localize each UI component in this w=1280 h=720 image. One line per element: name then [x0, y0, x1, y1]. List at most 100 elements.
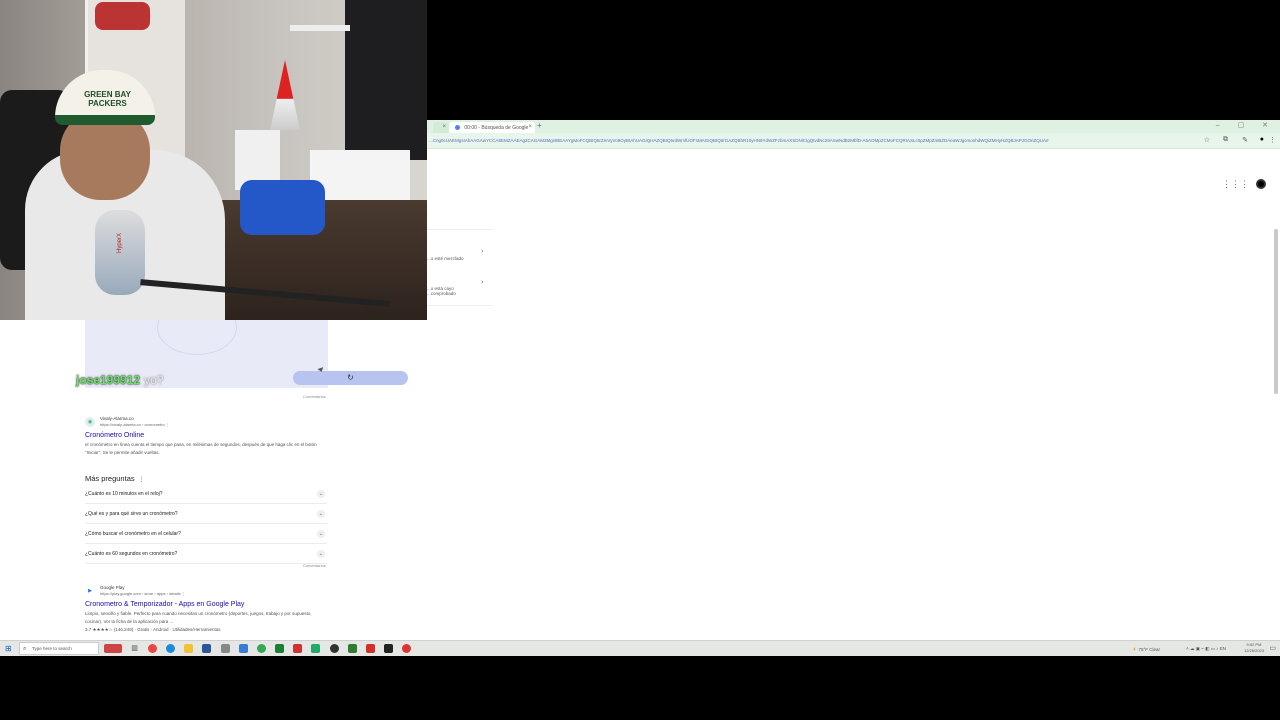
result-title-link[interactable]: Cronometro & Temporizador - Apps en Goog…: [85, 601, 327, 608]
search-result: ▶ Google Play https://play.google.com › …: [85, 585, 327, 634]
result-title-link[interactable]: Cronómetro Online: [85, 432, 327, 439]
terminal-icon[interactable]: [384, 644, 393, 653]
site-favicon-icon: ◉: [85, 417, 95, 427]
tab-active[interactable]: 00:00 - Búsqueda de Google ×: [449, 122, 535, 133]
chevron-down-icon: ⌄: [317, 510, 325, 518]
tab-bar: × 00:00 - Búsqueda de Google × + – ▢ ✕: [427, 120, 1280, 133]
file-explorer-icon[interactable]: [184, 644, 193, 653]
paa-question[interactable]: ¿Cuánto es 60 segundos en cronómetro? ⌄: [85, 544, 327, 564]
reset-button[interactable]: ↻: [293, 371, 408, 385]
paa-question-text: ¿Qué es y para qué sirve un cronómetro?: [85, 511, 178, 517]
close-tab-icon[interactable]: ×: [442, 124, 446, 130]
chrome-icon[interactable]: [402, 644, 411, 653]
taskbar-search-input[interactable]: ⌕ Type here to search: [19, 642, 99, 655]
site-name: Vivaly-Alarma.co: [100, 416, 134, 421]
weather-widget[interactable]: ◐ 75°F Clear: [1133, 646, 1160, 653]
chat-username: jose199912: [76, 373, 141, 387]
search-placeholder: Type here to search: [32, 646, 72, 651]
search-results: ↻ jose199912 yo? Comentarios ◉ Vivaly-Ala…: [0, 300, 427, 640]
edge-icon[interactable]: [166, 644, 175, 653]
app-icon[interactable]: [348, 644, 357, 653]
site-url: https://vivaly-alarma.co › cronometro ⋮: [100, 422, 170, 427]
microphone-label: HyperX: [117, 233, 123, 254]
dark-doorway: [345, 0, 427, 160]
site-url: https://play.google.com › store › apps ›…: [100, 591, 186, 596]
notification-icon[interactable]: ▭: [1269, 644, 1276, 652]
tab-search-icon[interactable]: ⧉: [1223, 136, 1228, 144]
paa-question-text: ¿Cuánto es 10 minutos en el reloj?: [85, 491, 163, 497]
weather-text: 75°F Clear: [1138, 647, 1160, 652]
feedback-link[interactable]: Comentarios: [303, 563, 326, 568]
scrollbar[interactable]: [1274, 229, 1278, 394]
chrome-icon[interactable]: [148, 644, 157, 653]
clock[interactable]: 9:52 PM 12/26/2023: [1244, 642, 1264, 654]
system-tray[interactable]: ˄ ☁ ▣ ⌁ ◧ ▭ ♪ EN: [1186, 646, 1226, 652]
new-tab-button[interactable]: +: [537, 121, 542, 130]
result-snippet: el cronómetro en línea cuenta el tiempo …: [85, 442, 317, 455]
result-source[interactable]: ◉ Vivaly-Alarma.co https://vivaly-alarma…: [85, 416, 327, 430]
start-button[interactable]: ⊞: [5, 644, 12, 653]
window-controls[interactable]: – ▢ ✕: [1216, 121, 1276, 129]
toy-ride-on-car: [240, 180, 325, 235]
screen: × 00:00 - Búsqueda de Google × + – ▢ ✕ .…: [0, 0, 1280, 720]
app-icon[interactable]: [221, 644, 230, 653]
chevron-right-icon[interactable]: ›: [481, 248, 483, 255]
app-icon[interactable]: [293, 644, 302, 653]
tab-previous[interactable]: ×: [433, 122, 449, 133]
chevron-right-icon[interactable]: ›: [481, 279, 483, 286]
paa-question-text: ¿Cuánto es 60 segundos en cronómetro?: [85, 551, 178, 557]
side-divider: [427, 229, 493, 230]
related-item-2[interactable]: ...o está cayo ...comprobado: [427, 286, 467, 296]
christmas-icon[interactable]: [104, 644, 122, 653]
wreath-decoration: [95, 2, 150, 30]
related-item-label: ...o está cayo ...comprobado: [427, 286, 456, 296]
app-icon[interactable]: [311, 644, 320, 653]
profile-icon[interactable]: ●: [1260, 136, 1264, 143]
clock-date: 12/26/2023: [1243, 648, 1264, 653]
paa-question[interactable]: ¿Qué es y para qué sirve un cronómetro? …: [85, 504, 327, 524]
google-play-icon: ▶: [85, 586, 95, 596]
store-icon[interactable]: [202, 644, 211, 653]
more-options-icon[interactable]: ⋮: [139, 477, 145, 483]
people-also-ask: Más preguntas ⋮ ¿Cuánto es 10 minutos en …: [85, 468, 327, 564]
google-apps-icon[interactable]: ⋮⋮⋮: [1222, 179, 1249, 190]
related-item-label: ...o esté mezclado: [427, 256, 464, 261]
feedback-link[interactable]: Comentarios: [303, 394, 326, 399]
tab-title: 00:00 - Búsqueda de Google: [464, 125, 529, 131]
moon-icon: ◐: [1132, 646, 1138, 653]
paa-question[interactable]: ¿Cómo buscar el cronómetro en el celular…: [85, 524, 327, 544]
result-source[interactable]: ▶ Google Play https://play.google.com › …: [85, 585, 327, 599]
chevron-down-icon: ⌄: [317, 550, 325, 558]
taskbar: ⊞ ⌕ Type here to search ▥ ◐ 75°F Clear ˄…: [0, 640, 1280, 656]
site-name: Google Play: [100, 585, 125, 590]
bookmark-star-icon[interactable]: ☆: [1204, 136, 1210, 144]
menu-icon[interactable]: ⋮: [1269, 136, 1276, 144]
search-icon: ⌕: [23, 646, 27, 652]
paa-header: Más preguntas ⋮: [85, 468, 327, 484]
chevron-down-icon: ⌄: [317, 490, 325, 498]
cap-text: GREEN BAY PACKERS: [84, 90, 131, 108]
url-text[interactable]: ...Cng0cUAEMgsIAhAAGAwYCCA8EMZAAEAg2CAGA…: [429, 138, 1049, 143]
result-rating: 3.7 ★★★★☆ (146,249) · Gratis · Android ·…: [85, 627, 221, 632]
app-icon[interactable]: [366, 644, 375, 653]
search-result: ◉ Vivaly-Alarma.co https://vivaly-alarma…: [85, 416, 327, 457]
address-bar[interactable]: ...Cng0cUAEMgsIAhAAGAwYCCA8EMZAAEAg2CAGA…: [427, 133, 1280, 149]
task-view-icon[interactable]: ▥: [130, 644, 139, 653]
webcam-feed: GREEN BAY PACKERS HyperX: [0, 0, 427, 320]
result-snippet: Limpio, sencillo y fiable. Perfecto para…: [85, 611, 312, 624]
reset-icon: ↻: [347, 373, 354, 382]
app-icon[interactable]: [239, 644, 248, 653]
excel-icon[interactable]: [275, 644, 284, 653]
google-favicon-icon: [455, 125, 460, 131]
account-avatar[interactable]: [1256, 179, 1266, 189]
paa-heading: Más preguntas: [85, 474, 135, 483]
chrome-profile-icon[interactable]: [257, 644, 266, 653]
paa-question-text: ¿Cómo buscar el cronómetro en el celular…: [85, 531, 181, 537]
paa-question[interactable]: ¿Cuánto es 10 minutos en el reloj? ⌄: [85, 484, 327, 504]
extension-icon[interactable]: ✎: [1242, 136, 1248, 144]
related-item-1[interactable]: ...o esté mezclado: [427, 256, 493, 261]
chat-message: yo?: [144, 373, 164, 387]
obs-icon[interactable]: [330, 644, 339, 653]
stream-chat-overlay: jose199912 yo?: [76, 373, 163, 387]
close-tab-icon[interactable]: ×: [528, 124, 532, 130]
